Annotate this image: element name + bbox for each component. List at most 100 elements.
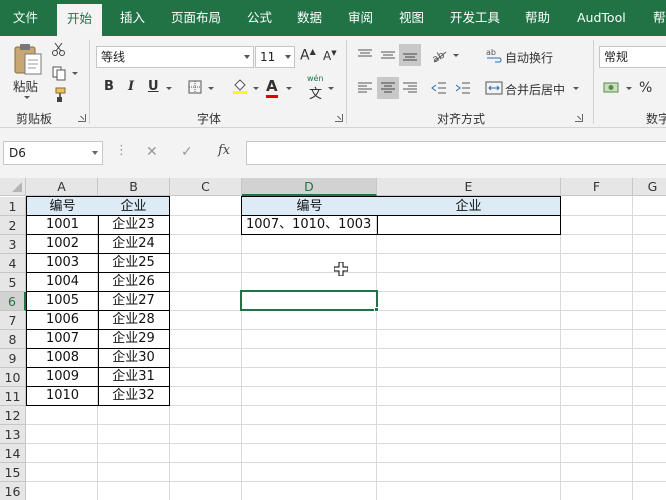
row-header[interactable]: 16 xyxy=(0,482,26,500)
table-cell-id[interactable]: 1010 xyxy=(26,386,99,406)
paste-label[interactable]: 粘贴 xyxy=(13,76,38,95)
align-left-icon[interactable] xyxy=(354,77,376,99)
table-cell-company[interactable]: 企业24 xyxy=(98,234,170,254)
table-cell-id[interactable]: 1003 xyxy=(26,253,99,273)
borders-icon[interactable] xyxy=(186,78,204,96)
font-color-button[interactable]: A xyxy=(266,77,278,98)
tab-view[interactable]: 视图 xyxy=(399,0,424,36)
tab-review[interactable]: 审阅 xyxy=(348,0,373,36)
table-cell-id[interactable]: 1007 xyxy=(26,329,99,349)
table-cell-id[interactable]: 1008 xyxy=(26,348,99,368)
copy-icon[interactable] xyxy=(50,64,68,82)
table-cell-id-list[interactable]: 1007、1010、1003 xyxy=(241,215,378,235)
tab-home[interactable]: 开始 xyxy=(57,4,103,36)
shrink-font-button[interactable]: A▼ xyxy=(323,49,337,63)
table-header-company[interactable]: 企业 xyxy=(377,196,561,216)
table-cell-id[interactable]: 1004 xyxy=(26,272,99,292)
tab-page-layout[interactable]: 页面布局 xyxy=(171,0,221,36)
align-right-icon[interactable] xyxy=(399,77,421,99)
tab-data[interactable]: 数据 xyxy=(297,0,322,36)
table-cell-company[interactable] xyxy=(377,215,561,235)
table-cell-company[interactable]: 企业26 xyxy=(98,272,170,292)
select-all-button[interactable] xyxy=(0,178,26,196)
fill-color-icon[interactable] xyxy=(230,76,250,96)
table-cell-company[interactable]: 企业25 xyxy=(98,253,170,273)
alignment-launcher-icon[interactable] xyxy=(575,114,583,122)
table-cell-company[interactable]: 企业29 xyxy=(98,329,170,349)
number-format-select[interactable]: 常规 xyxy=(599,46,666,68)
table-header-company[interactable]: 企业 xyxy=(98,196,170,216)
row-header[interactable]: 5 xyxy=(0,273,26,292)
grow-font-button[interactable]: A▲ xyxy=(300,47,316,64)
tab-formulas[interactable]: 公式 xyxy=(247,0,272,36)
row-header[interactable]: 6 xyxy=(0,292,26,311)
table-cell-company[interactable]: 企业28 xyxy=(98,310,170,330)
orientation-icon[interactable]: ab xyxy=(428,44,450,66)
table-cell-id[interactable]: 1002 xyxy=(26,234,99,254)
row-header[interactable]: 9 xyxy=(0,349,26,368)
phonetic-button[interactable]: 文 xyxy=(309,83,322,102)
accounting-dropdown-icon[interactable] xyxy=(626,87,632,90)
row-header[interactable]: 15 xyxy=(0,463,26,482)
tab-audtool[interactable]: AudTool xyxy=(577,0,626,36)
fill-handle[interactable] xyxy=(374,307,379,312)
cancel-icon[interactable]: ✕ xyxy=(146,144,158,160)
name-box[interactable]: D6 xyxy=(3,141,103,165)
table-cell-id[interactable]: 1006 xyxy=(26,310,99,330)
tab-file[interactable]: 文件 xyxy=(13,0,38,36)
row-header[interactable]: 7 xyxy=(0,311,26,330)
row-header[interactable]: 8 xyxy=(0,330,26,349)
clipboard-launcher-icon[interactable] xyxy=(78,114,86,122)
underline-button[interactable]: U xyxy=(148,79,159,94)
fill-color-dropdown-icon[interactable] xyxy=(253,87,259,90)
increase-indent-icon[interactable] xyxy=(452,77,474,99)
table-cell-company[interactable]: 企业30 xyxy=(98,348,170,368)
wrap-text-button[interactable]: 自动换行 xyxy=(505,49,553,66)
paste-dropdown-icon[interactable] xyxy=(24,96,30,99)
merge-center-icon[interactable] xyxy=(484,78,504,98)
tab-help-cut[interactable]: 帮 xyxy=(653,0,666,36)
column-header-d[interactable]: D xyxy=(242,178,377,196)
table-cell-id[interactable]: 1009 xyxy=(26,367,99,387)
table-cell-company[interactable]: 企业31 xyxy=(98,367,170,387)
row-header[interactable]: 2 xyxy=(0,216,26,235)
align-center-icon[interactable] xyxy=(377,77,399,99)
enter-icon[interactable]: ✓ xyxy=(181,144,193,160)
copy-dropdown-icon[interactable] xyxy=(72,72,78,75)
paste-icon[interactable] xyxy=(12,42,44,76)
row-header[interactable]: 13 xyxy=(0,425,26,444)
column-header-g[interactable]: G xyxy=(633,178,666,196)
font-size-select[interactable]: 11 xyxy=(255,46,295,68)
align-top-icon[interactable] xyxy=(354,44,376,66)
row-header[interactable]: 12 xyxy=(0,406,26,425)
column-header-b[interactable]: B xyxy=(98,178,170,196)
row-header[interactable]: 14 xyxy=(0,444,26,463)
table-cell-company[interactable]: 企业23 xyxy=(98,215,170,235)
format-painter-icon[interactable] xyxy=(50,86,68,104)
tab-developer[interactable]: 开发工具 xyxy=(450,0,500,36)
row-header[interactable]: 11 xyxy=(0,387,26,406)
row-header[interactable]: 4 xyxy=(0,254,26,273)
insert-function-icon[interactable]: fx xyxy=(218,143,230,158)
column-header-c[interactable]: C xyxy=(170,178,242,196)
wrap-text-icon[interactable]: ab xyxy=(484,45,504,65)
borders-dropdown-icon[interactable] xyxy=(208,87,214,90)
orientation-dropdown-icon[interactable] xyxy=(453,54,459,57)
font-name-select[interactable]: 等线 xyxy=(96,46,254,68)
underline-dropdown-icon[interactable] xyxy=(166,87,172,90)
table-cell-id[interactable]: 1005 xyxy=(26,291,99,311)
worksheet-grid[interactable]: A B C D E F G 1 2 3 4 5 6 7 8 9 10 11 12… xyxy=(0,178,666,500)
tab-insert[interactable]: 插入 xyxy=(120,0,145,36)
row-header[interactable]: 3 xyxy=(0,235,26,254)
font-color-dropdown-icon[interactable] xyxy=(286,87,292,90)
table-header-id[interactable]: 编号 xyxy=(241,196,378,216)
table-cell-id[interactable]: 1001 xyxy=(26,215,99,235)
phonetic-dropdown-icon[interactable] xyxy=(328,87,334,90)
percent-button[interactable]: % xyxy=(639,80,652,96)
italic-button[interactable]: I xyxy=(128,79,134,94)
align-bottom-icon[interactable] xyxy=(399,44,421,66)
formula-input[interactable] xyxy=(246,141,666,165)
column-header-a[interactable]: A xyxy=(26,178,98,196)
table-cell-company[interactable]: 企业32 xyxy=(98,386,170,406)
tab-help[interactable]: 帮助 xyxy=(525,0,550,36)
